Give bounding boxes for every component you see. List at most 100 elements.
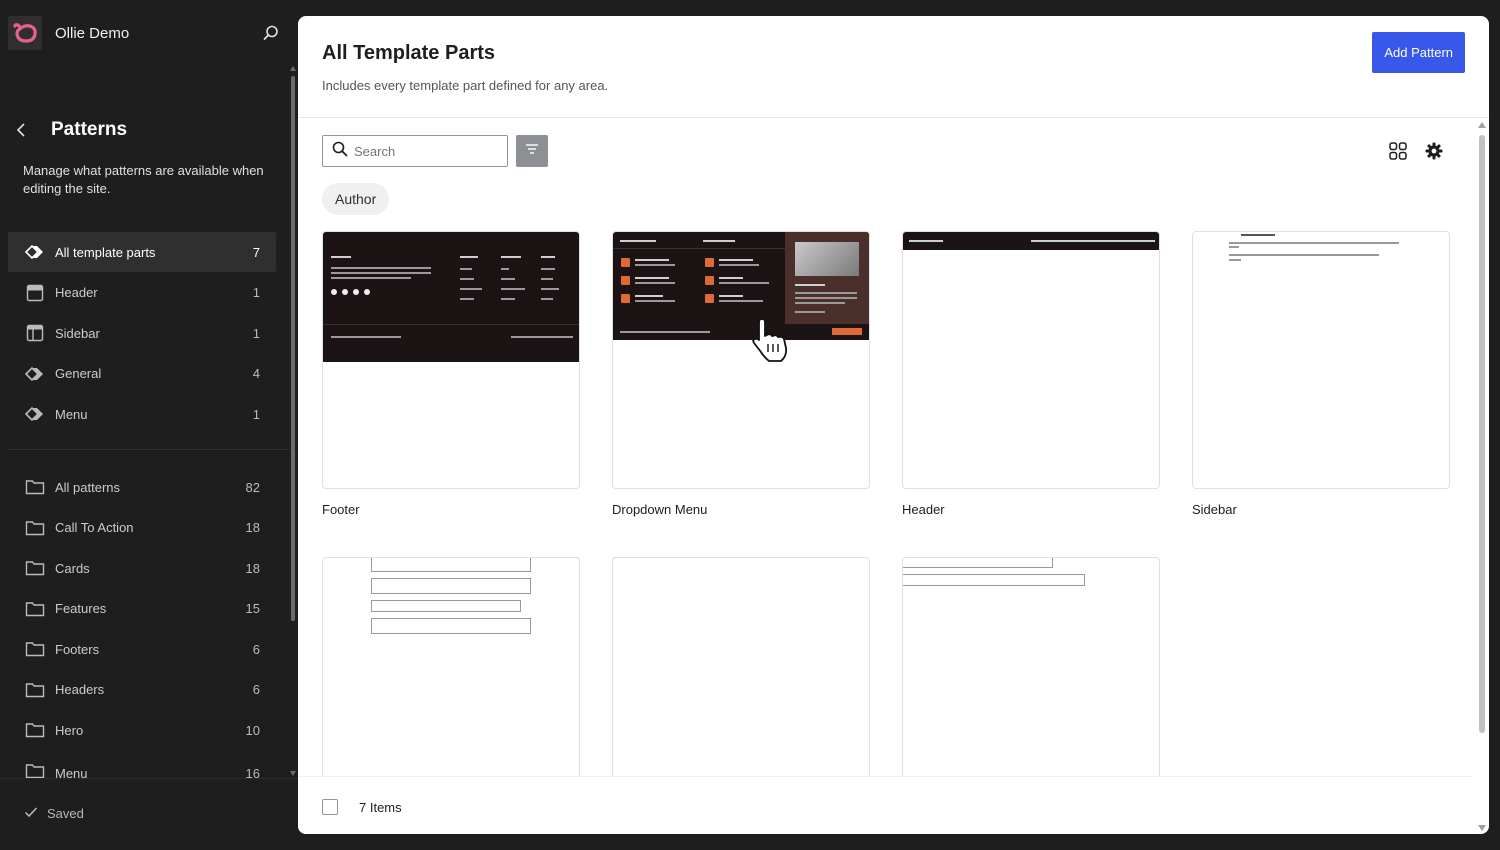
save-status: Saved	[24, 806, 84, 821]
folder-icon	[25, 518, 45, 538]
template-parts-grid: Footer Dropdown Menu Header Sidebar	[322, 231, 1450, 776]
grid-view-icon[interactable]	[1386, 139, 1410, 163]
gear-icon[interactable]	[1422, 139, 1446, 163]
add-pattern-button[interactable]: Add Pattern	[1372, 32, 1465, 73]
pattern-preview[interactable]	[1192, 231, 1450, 489]
diamond-icon	[25, 404, 45, 424]
nav-item-label: Sidebar	[55, 325, 100, 341]
pattern-card-dropdown-menu[interactable]: Dropdown Menu	[612, 231, 870, 517]
nav-item-count: 6	[252, 682, 260, 697]
pattern-card-header[interactable]: Header	[902, 231, 1160, 517]
dropdown-promo-panel	[785, 232, 869, 324]
sidebar-footer-divider	[0, 778, 298, 779]
diamond-icon	[25, 364, 45, 384]
footer-preview-block	[323, 232, 579, 362]
nav-item-call-to-action[interactable]: Call To Action 18	[8, 508, 276, 548]
site-logo-icon[interactable]	[8, 16, 42, 50]
folder-icon	[25, 720, 45, 740]
nav-item-label: General	[55, 366, 102, 381]
nav-item-all-template-parts[interactable]: All template parts 7	[8, 232, 276, 272]
sidebar: Ollie Demo Patterns Manage what patterns…	[0, 0, 298, 850]
pointer-hand-icon	[751, 318, 793, 369]
pattern-card-general-1[interactable]	[322, 557, 580, 776]
pattern-card-sidebar[interactable]: Sidebar	[1192, 231, 1450, 517]
nav-item-label: Footers	[55, 641, 100, 657]
nav-item-cards[interactable]: Cards 18	[8, 548, 276, 588]
saved-label: Saved	[47, 806, 84, 821]
nav-item-headers[interactable]: Headers 6	[8, 670, 276, 710]
nav-item-label: All template parts	[55, 244, 156, 260]
nav-item-menu[interactable]: Menu 1	[8, 394, 276, 434]
pattern-card-title: Footer	[322, 502, 360, 517]
nav-item-label: Headers	[55, 682, 105, 697]
folder-icon	[25, 477, 45, 497]
pattern-preview[interactable]	[612, 557, 870, 776]
items-count: 7 Items	[359, 800, 402, 815]
nav-item-label: Hero	[55, 722, 84, 738]
nav-item-count: 1	[252, 325, 260, 341]
toolbar	[322, 135, 1462, 167]
search-icon[interactable]	[262, 24, 280, 42]
pattern-preview[interactable]	[322, 231, 580, 489]
nav-item-menu-category[interactable]: Menu 16	[8, 751, 276, 781]
folder-icon	[25, 599, 45, 619]
pattern-preview[interactable]	[612, 231, 870, 489]
page-header: All Template Parts Includes every templa…	[298, 16, 1489, 118]
pattern-card-title: Dropdown Menu	[612, 502, 708, 517]
nav-item-count: 18	[245, 560, 260, 576]
sidebar-scrollbar[interactable]	[290, 66, 296, 776]
search-icon	[332, 141, 348, 162]
page-title: All Template Parts	[322, 42, 496, 64]
nav-item-count: 10	[245, 722, 260, 738]
nav-item-count: 7	[252, 244, 260, 260]
nav-item-label: All patterns	[55, 479, 121, 495]
folder-icon	[25, 558, 45, 578]
pattern-card-footer[interactable]: Footer	[322, 231, 580, 517]
nav-item-hero[interactable]: Hero 10	[8, 710, 276, 750]
dropdown-preview-block	[613, 232, 869, 340]
template-parts-list: All template parts 7 Header 1 Sidebar 1 …	[8, 232, 276, 435]
nav-item-label: Header	[55, 285, 98, 300]
nav-item-count: 15	[245, 601, 260, 616]
nav-item-count: 1	[252, 406, 260, 422]
nav-title: Patterns	[16, 116, 127, 144]
nav-item-label: Cards	[55, 560, 90, 576]
nav-item-general[interactable]: General 4	[8, 354, 276, 394]
page-description: Includes every template part defined for…	[322, 78, 609, 93]
sidebar-scrollbar-thumb[interactable]	[291, 76, 295, 621]
nav-divider	[8, 449, 290, 450]
nav-item-label: Features	[55, 601, 107, 616]
nav-item-footers[interactable]: Footers 6	[8, 629, 276, 669]
main-scrollbar[interactable]	[1475, 119, 1489, 834]
nav-item-label: Menu	[55, 406, 88, 422]
folder-icon	[25, 680, 45, 700]
pattern-preview[interactable]	[902, 231, 1160, 489]
check-icon	[24, 806, 38, 821]
main-panel: All Template Parts Includes every templa…	[298, 16, 1489, 834]
filter-button[interactable]	[516, 135, 548, 167]
select-all-checkbox[interactable]	[322, 799, 338, 815]
site-title[interactable]: Ollie Demo	[55, 25, 129, 42]
pattern-card-general-3[interactable]	[902, 557, 1160, 776]
nav-description: Manage what patterns are available when …	[23, 163, 264, 196]
back-chevron-icon[interactable]	[16, 116, 30, 144]
footer-bar: 7 Items	[298, 776, 1473, 834]
nav-item-features[interactable]: Features 15	[8, 589, 276, 629]
nav-item-count: 82	[245, 479, 260, 495]
author-filter-chip[interactable]: Author	[322, 183, 390, 215]
nav-heading: Patterns	[51, 119, 128, 140]
nav-item-header[interactable]: Header 1	[8, 273, 276, 313]
nav-item-count: 6	[252, 641, 260, 657]
nav-item-sidebar[interactable]: Sidebar 1	[8, 313, 276, 353]
nav-item-count: 1	[252, 285, 260, 300]
pattern-preview[interactable]	[902, 557, 1160, 776]
filter-icon	[525, 142, 539, 160]
folder-icon	[25, 639, 45, 659]
search-field[interactable]	[322, 135, 508, 167]
search-input[interactable]	[354, 143, 494, 159]
pattern-card-general-2[interactable]	[612, 557, 870, 776]
pattern-preview[interactable]	[322, 557, 580, 776]
main-scrollbar-thumb[interactable]	[1479, 135, 1485, 733]
pattern-card-title: Header	[902, 502, 945, 517]
nav-item-all-patterns[interactable]: All patterns 82	[8, 467, 276, 507]
